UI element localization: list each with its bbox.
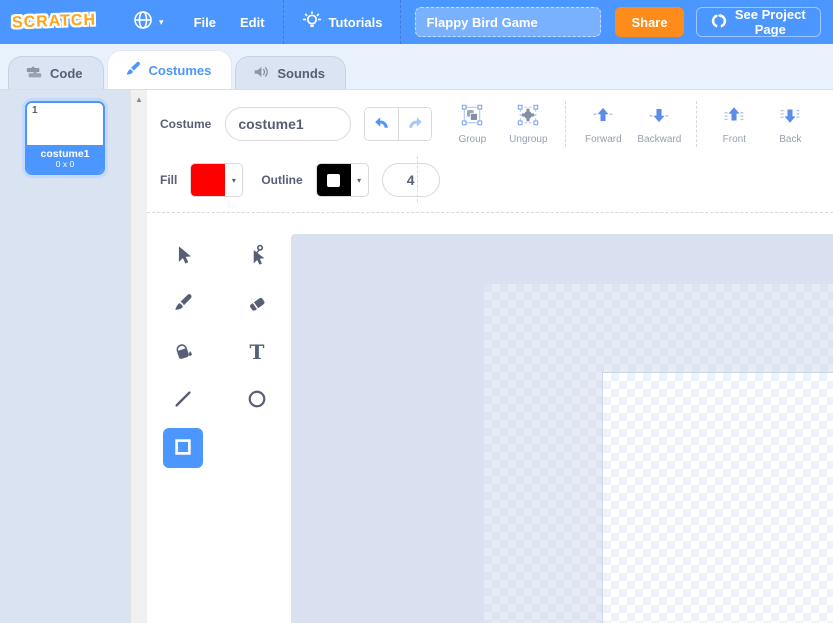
editor-content: 1 costume1 0 x 0 ▲ Costume bbox=[0, 90, 833, 623]
tutorials-button[interactable]: Tutorials bbox=[290, 0, 395, 44]
edit-menu[interactable]: Edit bbox=[228, 0, 277, 44]
costume-size-label: 0 x 0 bbox=[27, 160, 103, 170]
backward-label: Backward bbox=[637, 134, 681, 145]
undo-button[interactable] bbox=[365, 108, 398, 140]
forward-button[interactable]: Forward bbox=[579, 104, 627, 145]
project-name-input[interactable] bbox=[415, 7, 601, 37]
costume-index: 1 bbox=[32, 105, 38, 116]
remix-icon bbox=[711, 13, 727, 32]
tool-rectangle[interactable] bbox=[163, 428, 203, 468]
paint-editor: Costume bbox=[147, 90, 833, 623]
tool-line[interactable] bbox=[163, 380, 203, 420]
text-icon: T bbox=[250, 342, 265, 362]
line-icon bbox=[172, 388, 194, 413]
topbar-divider bbox=[400, 0, 401, 44]
costume-list-panel: 1 costume1 0 x 0 bbox=[0, 90, 130, 623]
front-label: Front bbox=[723, 134, 746, 145]
rectangle-icon bbox=[172, 436, 194, 461]
group-button[interactable]: Group bbox=[448, 104, 496, 145]
code-blocks-icon bbox=[25, 63, 43, 84]
top-menu-bar: SCRATCH ▾ File Edit bbox=[0, 0, 833, 44]
toolbar-divider bbox=[696, 101, 697, 147]
brush-icon bbox=[172, 292, 194, 317]
back-label: Back bbox=[779, 134, 801, 145]
topbar-divider bbox=[283, 0, 284, 44]
costume-preview bbox=[27, 103, 103, 145]
tool-circle[interactable] bbox=[237, 380, 277, 420]
tab-code-label: Code bbox=[50, 66, 83, 81]
file-menu[interactable]: File bbox=[182, 0, 228, 44]
arrow-up-icon bbox=[592, 104, 614, 131]
outline-color-swatch bbox=[317, 163, 351, 197]
see-project-page-button[interactable]: See Project Page bbox=[696, 7, 821, 37]
tool-select[interactable] bbox=[163, 236, 203, 276]
redo-arrow-icon bbox=[405, 113, 425, 136]
toolbar-bottom-divider bbox=[147, 212, 833, 213]
paintbrush-icon bbox=[124, 60, 142, 81]
scratch-logo[interactable]: SCRATCH bbox=[12, 12, 97, 33]
globe-icon bbox=[132, 9, 154, 36]
ungroup-label: Ungroup bbox=[509, 134, 547, 145]
tab-costumes[interactable]: Costumes bbox=[107, 50, 233, 89]
tutorials-label: Tutorials bbox=[329, 15, 383, 30]
group-icon bbox=[461, 104, 483, 131]
stroke-width-input[interactable] bbox=[382, 163, 440, 197]
arrow-up-lines-icon bbox=[723, 104, 745, 131]
toolbar-divider bbox=[565, 101, 566, 147]
cursor-icon bbox=[172, 244, 194, 269]
language-menu[interactable]: ▾ bbox=[122, 0, 174, 44]
tool-reshape[interactable] bbox=[237, 236, 277, 276]
ungroup-button[interactable]: Ungroup bbox=[504, 104, 552, 145]
group-label: Group bbox=[458, 134, 486, 145]
tool-eraser[interactable] bbox=[237, 284, 277, 324]
back-button[interactable]: Back bbox=[766, 104, 814, 145]
undo-arrow-icon bbox=[372, 113, 392, 136]
toolbar-divider bbox=[417, 156, 418, 202]
backward-button[interactable]: Backward bbox=[635, 104, 683, 145]
outline-color-picker[interactable]: ▾ bbox=[316, 163, 369, 197]
front-button[interactable]: Front bbox=[710, 104, 758, 145]
arrow-down-icon bbox=[648, 104, 670, 131]
tool-text[interactable]: T bbox=[237, 332, 277, 372]
share-button[interactable]: Share bbox=[615, 7, 683, 37]
fill-color-picker[interactable]: ▾ bbox=[190, 163, 243, 197]
tab-sounds[interactable]: Sounds bbox=[235, 56, 346, 89]
costume-thumbnail-selected[interactable]: 1 costume1 0 x 0 bbox=[22, 98, 108, 178]
reshape-icon bbox=[246, 244, 268, 269]
circle-icon bbox=[246, 388, 268, 413]
chevron-down-icon: ▾ bbox=[351, 176, 368, 185]
tab-sounds-label: Sounds bbox=[277, 66, 325, 81]
forward-label: Forward bbox=[585, 134, 622, 145]
see-project-page-label: See Project Page bbox=[735, 7, 806, 37]
tool-brush[interactable] bbox=[163, 284, 203, 324]
costume-list-scrollbar[interactable]: ▲ bbox=[130, 90, 147, 623]
tool-palette: T bbox=[163, 236, 277, 468]
outline-label: Outline bbox=[261, 173, 302, 187]
fill-label: Fill bbox=[160, 173, 177, 187]
costume-field-label: Costume bbox=[160, 117, 211, 131]
costume-name-input[interactable] bbox=[225, 107, 351, 141]
lightbulb-icon bbox=[302, 11, 322, 34]
fill-color-swatch bbox=[191, 163, 225, 197]
tab-costumes-label: Costumes bbox=[149, 63, 212, 78]
paint-bucket-icon bbox=[172, 340, 194, 365]
scroll-up-arrow-icon[interactable]: ▲ bbox=[131, 95, 147, 104]
chevron-down-icon: ▾ bbox=[159, 17, 164, 28]
paint-toolbar-row2: Fill ▾ Outline ▾ bbox=[147, 160, 440, 200]
scratch-editor: SCRATCH ▾ File Edit bbox=[0, 0, 833, 623]
editor-tab-bar: Code Costumes Sounds bbox=[0, 44, 833, 90]
arrow-down-lines-icon bbox=[779, 104, 801, 131]
chevron-down-icon: ▾ bbox=[225, 176, 242, 185]
redo-button[interactable] bbox=[398, 108, 431, 140]
arrange-buttons: Group bbox=[448, 101, 814, 147]
canvas-artboard[interactable] bbox=[602, 372, 833, 623]
eraser-icon bbox=[246, 292, 268, 317]
ungroup-icon bbox=[517, 104, 539, 131]
tab-code[interactable]: Code bbox=[8, 56, 104, 89]
paint-canvas[interactable] bbox=[290, 233, 833, 623]
speaker-icon bbox=[252, 63, 270, 84]
paint-toolbar-row1: Costume bbox=[147, 104, 814, 144]
tool-fill[interactable] bbox=[163, 332, 203, 372]
undo-redo-group bbox=[364, 107, 432, 141]
